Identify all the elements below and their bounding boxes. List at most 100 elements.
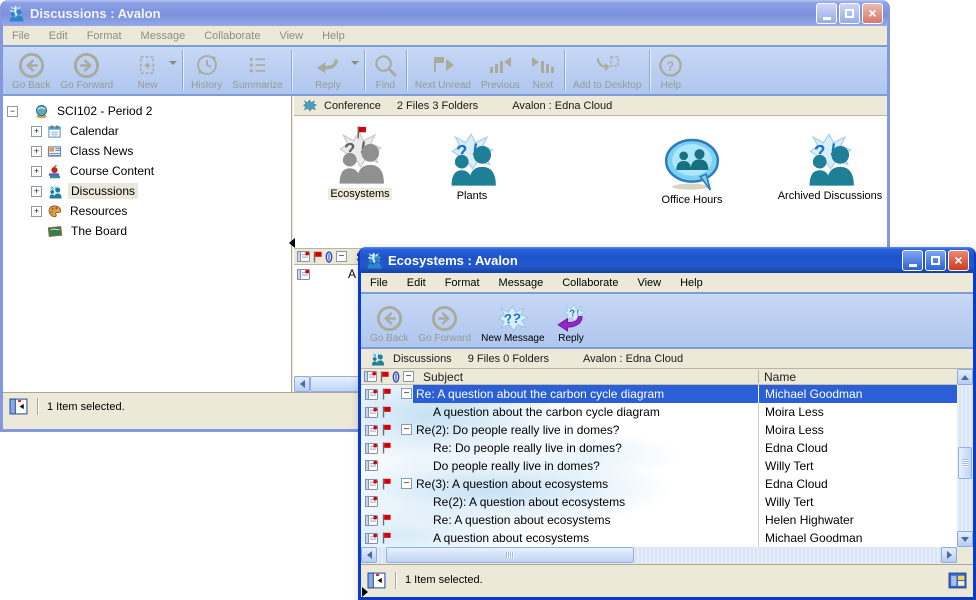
name-column-header[interactable]: Name xyxy=(764,370,796,384)
list-item[interactable]: Re: A question about ecosystems Helen Hi… xyxy=(361,511,957,529)
collapse-thread-icon[interactable] xyxy=(401,388,412,399)
conference-item-office-hours[interactable]: Office Hours xyxy=(634,138,750,206)
menu-collaborate[interactable]: Collaborate xyxy=(562,277,618,289)
collapse-thread-icon[interactable] xyxy=(401,478,412,489)
horizontal-scrollbar[interactable] xyxy=(361,547,957,563)
splitter-collapse-left-icon[interactable] xyxy=(289,238,295,248)
reply-dropdown-icon[interactable] xyxy=(351,61,359,65)
menu-file[interactable]: File xyxy=(370,277,388,289)
tree-item-course-content[interactable]: Course Content xyxy=(3,161,291,181)
tree-item-calendar[interactable]: Calendar xyxy=(3,121,291,141)
help-button[interactable]: Help xyxy=(653,48,688,93)
conference-item-archived[interactable]: Archived Discussions xyxy=(772,132,888,202)
expand-box-icon[interactable] xyxy=(31,146,42,157)
next-unread-button[interactable]: Next Unread xyxy=(410,48,476,93)
reply-button[interactable]: Reply xyxy=(295,48,346,93)
next-button[interactable]: Next xyxy=(525,48,561,93)
conference-item-plants[interactable]: Plants xyxy=(414,132,530,202)
pane-toggle-icon[interactable] xyxy=(367,571,386,590)
message-icon xyxy=(365,479,378,490)
scrollbar-thumb[interactable] xyxy=(386,547,634,563)
plants-icon xyxy=(443,132,501,188)
add-to-desktop-button[interactable]: Add to Desktop xyxy=(568,48,646,93)
summarize-button[interactable]: Summarize xyxy=(227,48,288,93)
menu-edit[interactable]: Edit xyxy=(407,277,426,289)
minimize-button[interactable] xyxy=(902,250,923,271)
expand-box-icon[interactable] xyxy=(31,186,42,197)
titlebar-ecosystems[interactable]: Ecosystems : Avalon xyxy=(360,247,974,273)
list-item[interactable]: Re(2): Do people really live in domes? M… xyxy=(361,421,957,439)
new-message-button[interactable]: ?? New Message xyxy=(476,295,549,346)
scroll-right-button[interactable] xyxy=(941,547,957,563)
archived-discussions-icon xyxy=(801,132,859,188)
tree-item-the-board[interactable]: The Board xyxy=(3,221,291,241)
collapse-thread-icon[interactable] xyxy=(401,424,412,435)
list-item[interactable]: Re(3): A question about ecosystems Edna … xyxy=(361,475,957,493)
titlebar-discussions[interactable]: Discussions : Avalon xyxy=(2,0,888,26)
history-button[interactable]: History xyxy=(186,48,227,93)
pane-toggle-icon[interactable] xyxy=(9,397,28,416)
expand-box-icon[interactable] xyxy=(31,166,42,177)
menu-view[interactable]: View xyxy=(279,30,303,42)
go-back-button[interactable]: Go Back xyxy=(7,48,55,93)
go-forward-button[interactable]: Go Forward xyxy=(55,48,118,93)
menu-help[interactable]: Help xyxy=(322,30,345,42)
menu-message[interactable]: Message xyxy=(141,30,186,42)
expand-box-icon[interactable] xyxy=(31,206,42,217)
scrollbar-thumb[interactable] xyxy=(958,447,972,479)
list-item[interactable]: Do people really live in domes? Willy Te… xyxy=(361,457,957,475)
list-item[interactable]: A question about ecosystems Michael Good… xyxy=(361,529,957,547)
list-item[interactable]: A question about the carbon cycle diagra… xyxy=(361,403,957,421)
menu-format[interactable]: Format xyxy=(445,277,480,289)
conference-item-ecosystems[interactable]: Ecosystems xyxy=(302,130,418,200)
conference-counts: 9 Files 0 Folders xyxy=(468,353,549,365)
menu-collaborate[interactable]: Collaborate xyxy=(204,30,260,42)
menu-edit[interactable]: Edit xyxy=(49,30,68,42)
new-button[interactable]: New xyxy=(118,48,164,93)
menu-message[interactable]: Message xyxy=(499,277,544,289)
expand-box-icon[interactable] xyxy=(31,126,42,137)
tree-item-root[interactable]: SCI102 - Period 2 xyxy=(3,101,291,121)
flag-icon xyxy=(382,388,391,400)
new-dropdown-icon[interactable] xyxy=(169,61,177,65)
maximize-icon xyxy=(845,9,854,18)
minimize-button[interactable] xyxy=(816,3,837,24)
reply-button[interactable]: ?! Reply xyxy=(550,295,593,346)
maximize-button[interactable] xyxy=(925,250,946,271)
splitter-collapse-right-icon[interactable] xyxy=(362,587,368,597)
new-icon xyxy=(136,50,159,80)
scroll-up-button[interactable] xyxy=(957,369,973,385)
menu-file[interactable]: File xyxy=(12,30,30,42)
previous-button[interactable]: Previous xyxy=(476,48,525,93)
vertical-scrollbar[interactable] xyxy=(957,369,973,547)
subject-column-header[interactable]: Subject xyxy=(423,370,463,384)
scroll-down-button[interactable] xyxy=(957,531,973,547)
menu-help[interactable]: Help xyxy=(680,277,703,289)
tree-item-discussions[interactable]: Discussions xyxy=(3,181,291,201)
view-grid-icon[interactable] xyxy=(948,571,967,590)
column-divider[interactable] xyxy=(758,370,759,383)
close-button[interactable] xyxy=(948,250,969,271)
go-back-button[interactable]: Go Back xyxy=(365,295,413,346)
list-item[interactable]: Re(2): A question about ecosystems Willy… xyxy=(361,493,957,511)
collapse-all-box-icon[interactable] xyxy=(403,371,414,382)
list-header[interactable]: Subject Name xyxy=(361,369,957,385)
maximize-button[interactable] xyxy=(839,3,860,24)
collapse-all-box-icon[interactable] xyxy=(336,251,347,262)
go-forward-button[interactable]: Go Forward xyxy=(413,295,476,346)
status-divider xyxy=(395,572,396,589)
list-item[interactable]: Re: A question about the carbon cycle di… xyxy=(361,385,957,403)
find-button[interactable]: Find xyxy=(368,48,403,93)
menu-view[interactable]: View xyxy=(637,277,661,289)
menu-format[interactable]: Format xyxy=(87,30,122,42)
tree-item-class-news[interactable]: Class News xyxy=(3,141,291,161)
scrollbar-track[interactable] xyxy=(957,385,973,531)
course-tree: SCI102 - Period 2 Calendar Class News xyxy=(3,96,291,392)
list-item[interactable]: Re: Do people really live in domes? Edna… xyxy=(361,439,957,457)
close-button[interactable] xyxy=(862,3,883,24)
scroll-left-button[interactable] xyxy=(294,376,310,392)
collapse-box-icon[interactable] xyxy=(7,106,18,117)
scroll-left-button[interactable] xyxy=(361,547,377,563)
tree-item-resources[interactable]: Resources xyxy=(3,201,291,221)
conference-info-bar: Discussions 9 Files 0 Folders Avalon : E… xyxy=(361,349,973,369)
